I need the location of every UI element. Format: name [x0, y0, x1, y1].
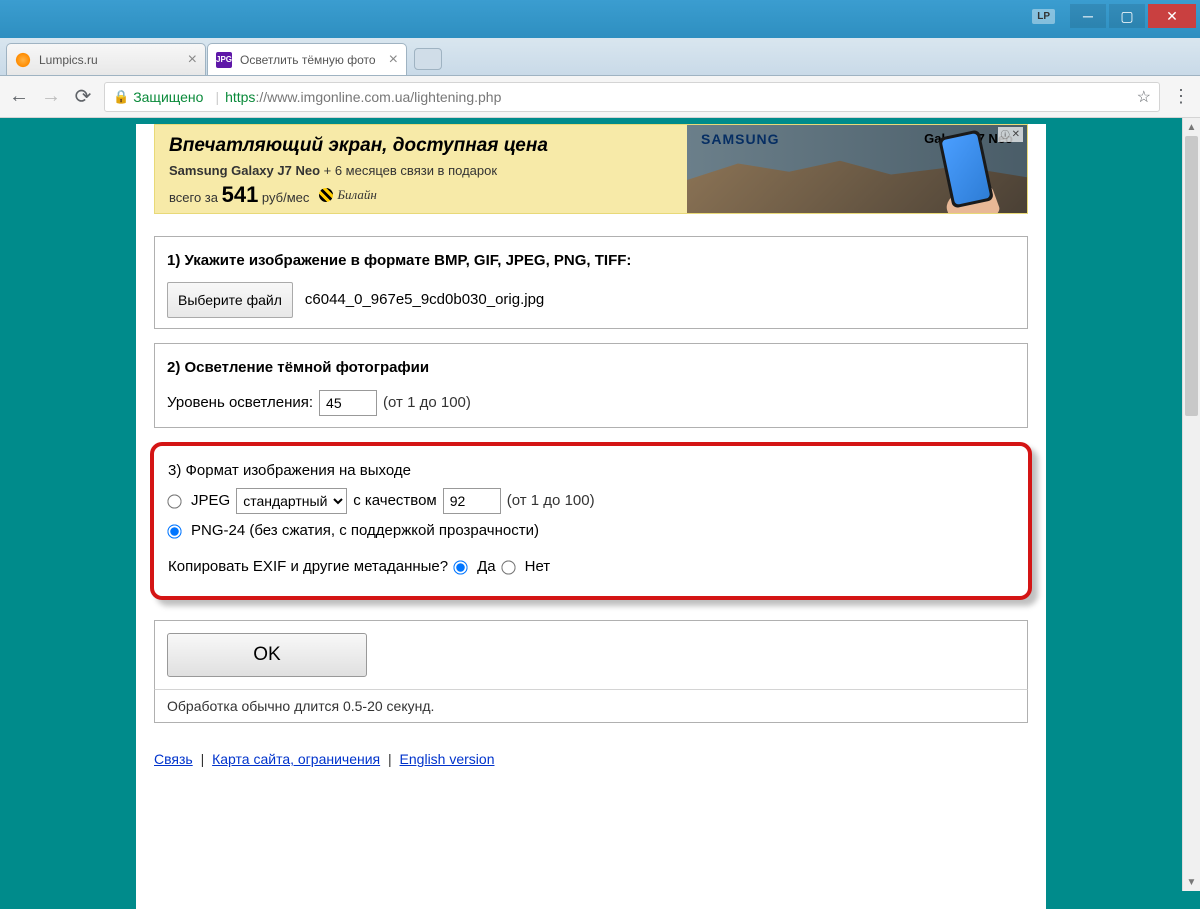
step1-title: 1) Укажите изображение в формате BMP, GI…: [167, 247, 1015, 276]
ad-close-icon[interactable]: ✕: [1012, 129, 1020, 140]
beeline-icon: [319, 188, 333, 202]
url-separator: |: [215, 89, 219, 105]
ad-left: Впечатляющий экран, доступная цена Samsu…: [155, 125, 687, 213]
tab-title: Lumpics.ru: [39, 53, 182, 67]
new-tab-button[interactable]: [414, 48, 442, 70]
ok-button[interactable]: OK: [167, 633, 367, 677]
beeline-logo: Билайн: [319, 187, 376, 203]
back-button[interactable]: ←: [8, 86, 30, 108]
exif-no-label: Нет: [525, 552, 551, 582]
close-tab-icon[interactable]: ×: [188, 52, 197, 68]
level-label: Уровень осветления:: [167, 389, 313, 418]
bookmark-star-icon[interactable]: ☆: [1137, 87, 1151, 107]
ad-price-line: всего за 541 руб/мес Билайн: [169, 182, 673, 208]
page-background: Впечатляющий экран, доступная цена Samsu…: [0, 118, 1182, 909]
footer-link-english[interactable]: English version: [400, 751, 495, 767]
exif-yes-radio[interactable]: [453, 560, 467, 574]
viewport: Впечатляющий экран, доступная цена Samsu…: [0, 118, 1200, 909]
forward-button[interactable]: →: [40, 86, 62, 108]
exif-no-radio[interactable]: [501, 560, 515, 574]
ad-banner[interactable]: Впечатляющий экран, доступная цена Samsu…: [154, 124, 1028, 214]
footer-link-sitemap[interactable]: Карта сайта, ограничения: [212, 751, 380, 767]
samsung-logo: SAMSUNG: [701, 131, 780, 147]
chosen-filename: c6044_0_967e5_9cd0b030_orig.jpg: [305, 286, 544, 315]
jpeg-mode-select[interactable]: стандартный: [236, 488, 347, 514]
browser-tabbar: Lumpics.ru × JPG Осветлить тёмную фото ×: [0, 38, 1200, 76]
ad-headline: Впечатляющий экран, доступная цена: [169, 135, 673, 157]
png-option-row: PNG-24 (без сжатия, с поддержкой прозрач…: [168, 516, 1014, 546]
ad-price-suffix: руб/мес: [258, 190, 309, 205]
browser-menu-button[interactable]: ⋮: [1170, 86, 1192, 107]
png-radio[interactable]: [167, 524, 181, 538]
quality-label: с качеством: [353, 486, 437, 516]
reload-button[interactable]: ⟳: [72, 86, 94, 108]
adchoices-badge[interactable]: ⓘ ✕: [998, 127, 1023, 142]
url-field[interactable]: 🔒 Защищено | https://www.imgonline.com.u…: [104, 82, 1160, 112]
choose-file-button[interactable]: Выберите файл: [167, 282, 293, 319]
close-tab-icon[interactable]: ×: [389, 52, 398, 68]
lightening-level-row: Уровень осветления: (от 1 до 100): [167, 389, 1015, 418]
maximize-button[interactable]: ▢: [1109, 4, 1145, 28]
lock-icon: 🔒: [113, 89, 129, 105]
jpeg-quality-input[interactable]: [443, 488, 501, 514]
scroll-up-icon[interactable]: ▲: [1183, 118, 1200, 136]
secure-label: Защищено: [133, 89, 203, 105]
level-hint: (от 1 до 100): [383, 389, 471, 418]
jpeg-option-row: JPEG стандартный с качеством (от 1 до 10…: [168, 486, 1014, 516]
step3-highlight-box: 3) Формат изображения на выходе JPEG ста…: [150, 442, 1032, 600]
ad-right: SAMSUNG Galaxy J7 Neo ⓘ ✕: [687, 125, 1027, 213]
tab-imgonline[interactable]: JPG Осветлить тёмную фото ×: [207, 43, 407, 75]
step3-title: 3) Формат изображения на выходе: [168, 456, 1014, 486]
ad-price-prefix: всего за: [169, 190, 222, 205]
step2-title: 2) Осветление тёмной фотографии: [167, 354, 1015, 383]
browser-toolbar: ← → ⟳ 🔒 Защищено | https://www.imgonline…: [0, 76, 1200, 118]
scroll-down-icon[interactable]: ▼: [1183, 873, 1200, 891]
processing-note: Обработка обычно длится 0.5-20 секунд.: [154, 689, 1028, 723]
ad-subline-rest: + 6 месяцев связи в подарок: [320, 163, 497, 178]
ad-product-bold: Samsung Galaxy J7 Neo: [169, 163, 320, 178]
minimize-button[interactable]: ─: [1070, 4, 1106, 28]
tab-lumpics[interactable]: Lumpics.ru ×: [6, 43, 206, 75]
step1-box: 1) Укажите изображение в формате BMP, GI…: [154, 236, 1028, 329]
lp-badge: LP: [1032, 9, 1055, 24]
exif-yes-label: Да: [477, 552, 496, 582]
window-root: LP ─ ▢ ✕ Lumpics.ru × JPG Осветлить тёмн…: [0, 0, 1200, 909]
step2-box: 2) Осветление тёмной фотографии Уровень …: [154, 343, 1028, 428]
step3-wrap: 3) Формат изображения на выходе JPEG ста…: [150, 442, 1032, 600]
footer-link-contact[interactable]: Связь: [154, 751, 193, 767]
url-protocol: https: [225, 89, 255, 105]
submit-row: OK: [154, 620, 1028, 689]
lumpics-favicon-icon: [15, 52, 31, 68]
ad-price: 541: [222, 182, 259, 207]
exif-row: Копировать EXIF и другие метаданные? Да …: [168, 552, 1014, 582]
jpeg-label: JPEG: [191, 486, 230, 516]
ad-subline: Samsung Galaxy J7 Neo + 6 месяцев связи …: [169, 163, 673, 178]
lightening-level-input[interactable]: [319, 390, 377, 416]
url-path: ://www.imgonline.com.ua/lightening.php: [255, 89, 501, 105]
close-window-button[interactable]: ✕: [1148, 4, 1196, 28]
window-controls: LP ─ ▢ ✕: [1032, 4, 1196, 28]
footer-links: Связь | Карта сайта, ограничения | Engli…: [154, 751, 1028, 767]
exif-label: Копировать EXIF и другие метаданные?: [168, 552, 448, 582]
jpeg-radio[interactable]: [167, 494, 181, 508]
quality-hint: (от 1 до 100): [507, 486, 595, 516]
png-label: PNG-24 (без сжатия, с поддержкой прозрач…: [191, 516, 539, 546]
file-chooser-row: Выберите файл c6044_0_967e5_9cd0b030_ori…: [167, 282, 1015, 319]
scroll-thumb[interactable]: [1185, 136, 1198, 416]
window-titlebar: LP ─ ▢ ✕: [0, 0, 1200, 38]
jpg-favicon-icon: JPG: [216, 52, 232, 68]
ad-info-icon: ⓘ: [1001, 128, 1010, 141]
vertical-scrollbar[interactable]: ▲ ▼: [1182, 118, 1200, 891]
tab-title: Осветлить тёмную фото: [240, 53, 383, 67]
page-content: Впечатляющий экран, доступная цена Samsu…: [136, 124, 1046, 909]
